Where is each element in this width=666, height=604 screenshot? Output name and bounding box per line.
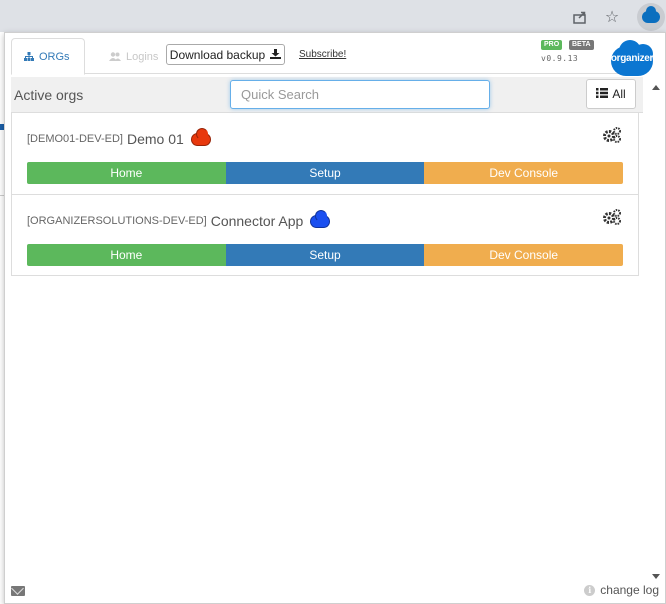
active-orgs-label: Active orgs bbox=[14, 87, 84, 103]
browser-toolbar: ☆ bbox=[0, 0, 666, 32]
org-name: Demo 01 bbox=[126, 131, 184, 147]
tab-logins[interactable]: Logins bbox=[97, 38, 170, 75]
home-button[interactable]: Home bbox=[27, 162, 226, 184]
users-icon bbox=[109, 52, 121, 61]
organizer-extension-icon[interactable] bbox=[637, 3, 665, 31]
organizer-logo: organizer bbox=[605, 40, 659, 80]
dev-console-button[interactable]: Dev Console bbox=[424, 244, 624, 266]
tab-orgs-label: ORGs bbox=[39, 50, 70, 63]
gears-icon[interactable] bbox=[602, 127, 622, 148]
cloud-icon bbox=[310, 209, 331, 228]
filter-bar: Active orgs All bbox=[11, 77, 643, 113]
org-list: [DEMO01-DEV-ED] Demo 01 Home Setup Dev C… bbox=[11, 113, 639, 276]
version-label: v0.9.13 bbox=[541, 54, 579, 63]
organizer-popup: ORGs Logins Download backup Subscribe! P… bbox=[4, 32, 666, 604]
download-backup-label: Download backup bbox=[169, 47, 266, 62]
info-icon: i bbox=[584, 584, 596, 596]
download-icon bbox=[270, 48, 282, 62]
list-icon bbox=[596, 87, 609, 101]
tab-orgs[interactable]: ORGs bbox=[11, 38, 85, 75]
dev-console-button[interactable]: Dev Console bbox=[424, 162, 624, 184]
org-item: [DEMO01-DEV-ED] Demo 01 Home Setup Dev C… bbox=[12, 113, 638, 194]
mail-icon[interactable] bbox=[11, 586, 25, 596]
setup-button[interactable]: Setup bbox=[225, 162, 425, 184]
org-item: [ORGANIZERSOLUTIONS-DEV-ED] Connector Ap… bbox=[12, 194, 638, 275]
cloud-icon bbox=[190, 127, 211, 146]
setup-button[interactable]: Setup bbox=[225, 244, 425, 266]
filter-all-button[interactable]: All bbox=[586, 79, 636, 109]
pro-badge: PRO bbox=[541, 40, 563, 50]
changelog-link[interactable]: i change log bbox=[584, 583, 659, 597]
changelog-label: change log bbox=[600, 583, 659, 597]
download-backup-button[interactable]: Download backup bbox=[166, 44, 285, 65]
org-title: [DEMO01-DEV-ED] Demo 01 bbox=[27, 127, 211, 147]
home-button[interactable]: Home bbox=[27, 244, 226, 266]
org-id: [ORGANIZERSOLUTIONS-DEV-ED] bbox=[27, 215, 207, 227]
star-icon[interactable]: ☆ bbox=[601, 6, 623, 28]
share-icon[interactable] bbox=[569, 6, 591, 28]
filter-all-label: All bbox=[612, 87, 626, 101]
subscribe-link[interactable]: Subscribe! bbox=[299, 49, 346, 60]
org-id: [DEMO01-DEV-ED] bbox=[27, 133, 123, 145]
org-name: Connector App bbox=[210, 213, 304, 229]
scroll-down-arrow[interactable] bbox=[652, 574, 660, 579]
org-actions: Home Setup Dev Console bbox=[27, 244, 624, 266]
org-title: [ORGANIZERSOLUTIONS-DEV-ED] Connector Ap… bbox=[27, 209, 331, 229]
tab-bar: ORGs Logins Download backup Subscribe! P… bbox=[11, 38, 653, 76]
gears-icon[interactable] bbox=[602, 209, 622, 230]
sitemap-icon bbox=[24, 52, 34, 61]
tab-logins-label: Logins bbox=[126, 50, 159, 63]
quick-search-input[interactable] bbox=[230, 80, 490, 109]
logo-text: organizer bbox=[610, 53, 654, 64]
beta-badge: BETA bbox=[569, 40, 594, 50]
scroll-up-arrow[interactable] bbox=[652, 85, 660, 90]
scrollbar[interactable] bbox=[651, 85, 661, 579]
org-actions: Home Setup Dev Console bbox=[27, 162, 624, 184]
